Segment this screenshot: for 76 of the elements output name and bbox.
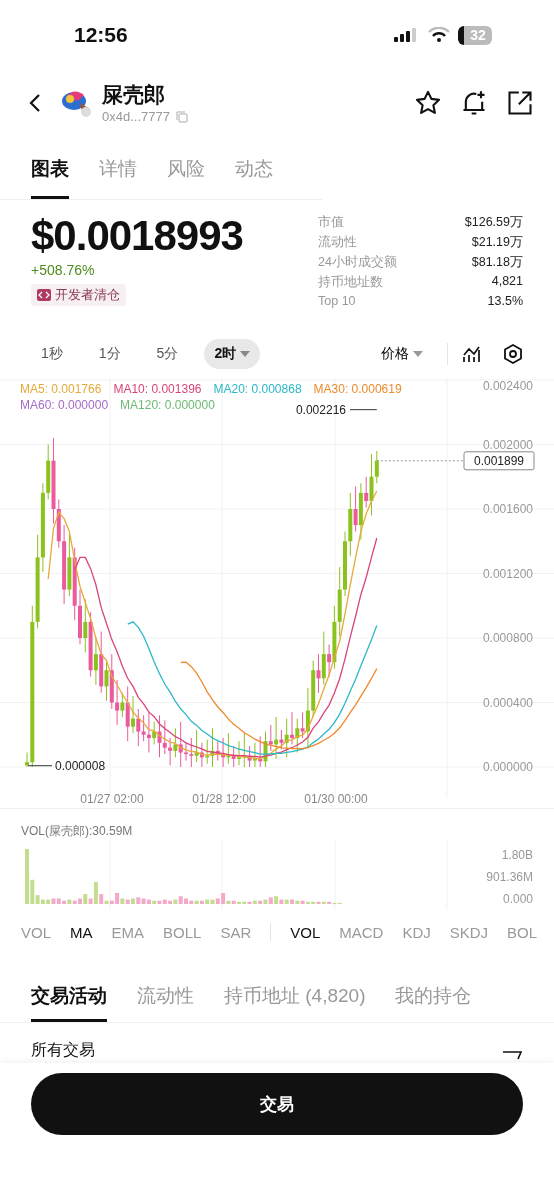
sub-indicator-tab[interactable]: VOL (290, 923, 321, 941)
ma-legend-item: MA120: 0.000000 (120, 398, 215, 412)
caret-icon (413, 351, 423, 357)
price-change: +508.76% (31, 262, 96, 278)
indicator-chart-button[interactable] (462, 344, 482, 364)
stat-value: $21.19万 (471, 234, 523, 251)
activity-tab[interactable]: 我的持仓 (395, 967, 472, 1022)
price-axis-label: 0.000400 (482, 695, 533, 710)
max-price-leader-line (349, 409, 378, 411)
price-axis-label: 0.001200 (482, 566, 533, 581)
section-tab[interactable]: 详情 (99, 135, 137, 199)
stat-label: Top 10 (318, 294, 356, 308)
main-indicator-tab[interactable]: VOL (21, 923, 51, 941)
volume-axis-label: 1.80B (501, 848, 533, 862)
trade-button[interactable]: 交易 (31, 1073, 523, 1135)
section-tab[interactable]: 动态 (235, 135, 273, 199)
time-axis-label: 01/28 12:00 (192, 792, 256, 806)
stat-value: $81.18万 (471, 254, 523, 271)
favorite-star-button[interactable] (414, 88, 442, 117)
ma-legend-item: MA30: 0.000619 (313, 382, 402, 396)
max-price-label: 0.002216 (295, 402, 346, 417)
main-indicator-tab[interactable]: BOLL (163, 923, 202, 941)
stat-value: 13.5% (487, 294, 523, 308)
interval-tab[interactable]: 1秒 (31, 339, 73, 369)
activity-tab[interactable]: 交易活动 (31, 967, 107, 1022)
stat-label: 持币地址数 (318, 274, 383, 291)
code-icon (37, 289, 51, 301)
price-axis-label: 0.002000 (482, 437, 533, 452)
price-axis-label: 0.000000 (482, 760, 533, 774)
token-price: $0.0018993 (31, 212, 244, 260)
ma-legend-item: MA60: 0.000000 (20, 398, 109, 412)
activity-tab[interactable]: 持币地址 (4,820) (224, 967, 366, 1022)
battery-indicator: 32 (458, 25, 492, 45)
main-indicator-tab[interactable]: SAR (220, 923, 252, 941)
sub-indicator-tab[interactable]: KDJ (402, 923, 431, 941)
ma-legend-item: MA5: 0.001766 (20, 382, 102, 396)
ma-legend-item: MA10: 0.001396 (113, 382, 202, 396)
token-name: 屎壳郎 (102, 82, 166, 108)
activity-tab[interactable]: 流动性 (137, 967, 194, 1022)
time-axis-label: 01/27 02:00 (80, 792, 144, 806)
stat-value: 4,821 (491, 274, 523, 290)
interval-tab[interactable]: 1分 (88, 339, 131, 369)
main-indicator-tab[interactable]: MA (70, 923, 93, 941)
trade-filter-dropdown[interactable]: 所有交易 (31, 1041, 95, 1059)
caret-icon (240, 351, 251, 357)
sub-indicator-tab[interactable]: MACD (339, 923, 384, 941)
price-type-dropdown[interactable]: 价格 (381, 345, 423, 363)
token-address: 0x4d...7777 (102, 109, 170, 124)
section-tab[interactable]: 图表 (31, 135, 69, 199)
price-axis-label: 0.001600 (482, 502, 533, 516)
time-axis-label: 01/30 00:00 (304, 792, 368, 806)
current-price-tag: 0.001899 (463, 451, 535, 471)
stat-value: $126.59万 (464, 214, 523, 231)
interval-tab[interactable]: 5分 (146, 339, 189, 369)
ma-legend-item: MA20: 0.000868 (213, 382, 302, 396)
section-tab[interactable]: 风险 (167, 135, 205, 199)
sub-indicator-tab[interactable]: SKDJ (449, 923, 489, 941)
price-axis-label: 0.002400 (482, 379, 533, 393)
stat-label: 流动性 (318, 234, 357, 251)
stat-label: 24小时成交额 (318, 254, 397, 271)
developer-cleared-tag: 开发者清仓 (31, 284, 126, 306)
min-price-leader-line (27, 765, 53, 767)
status-time: 12:56 (74, 23, 128, 47)
share-external-button[interactable] (506, 88, 534, 117)
price-axis-label: 0.000800 (482, 631, 533, 645)
settings-button[interactable] (502, 343, 524, 365)
volume-title: VOL(屎壳郎):30.59M (20, 823, 134, 840)
volume-axis-label: 901.36M (486, 870, 533, 884)
wifi-icon (428, 27, 450, 43)
stat-label: 市值 (318, 214, 344, 231)
volume-axis-label: 0.000 (502, 892, 533, 906)
filter-icon[interactable] (502, 1051, 522, 1059)
interval-tab[interactable]: 2时 (204, 339, 261, 369)
min-price-label: 0.000008 (55, 758, 106, 773)
sub-indicator-tab[interactable]: BOL (507, 923, 538, 941)
main-indicator-tab[interactable]: EMA (111, 923, 145, 941)
